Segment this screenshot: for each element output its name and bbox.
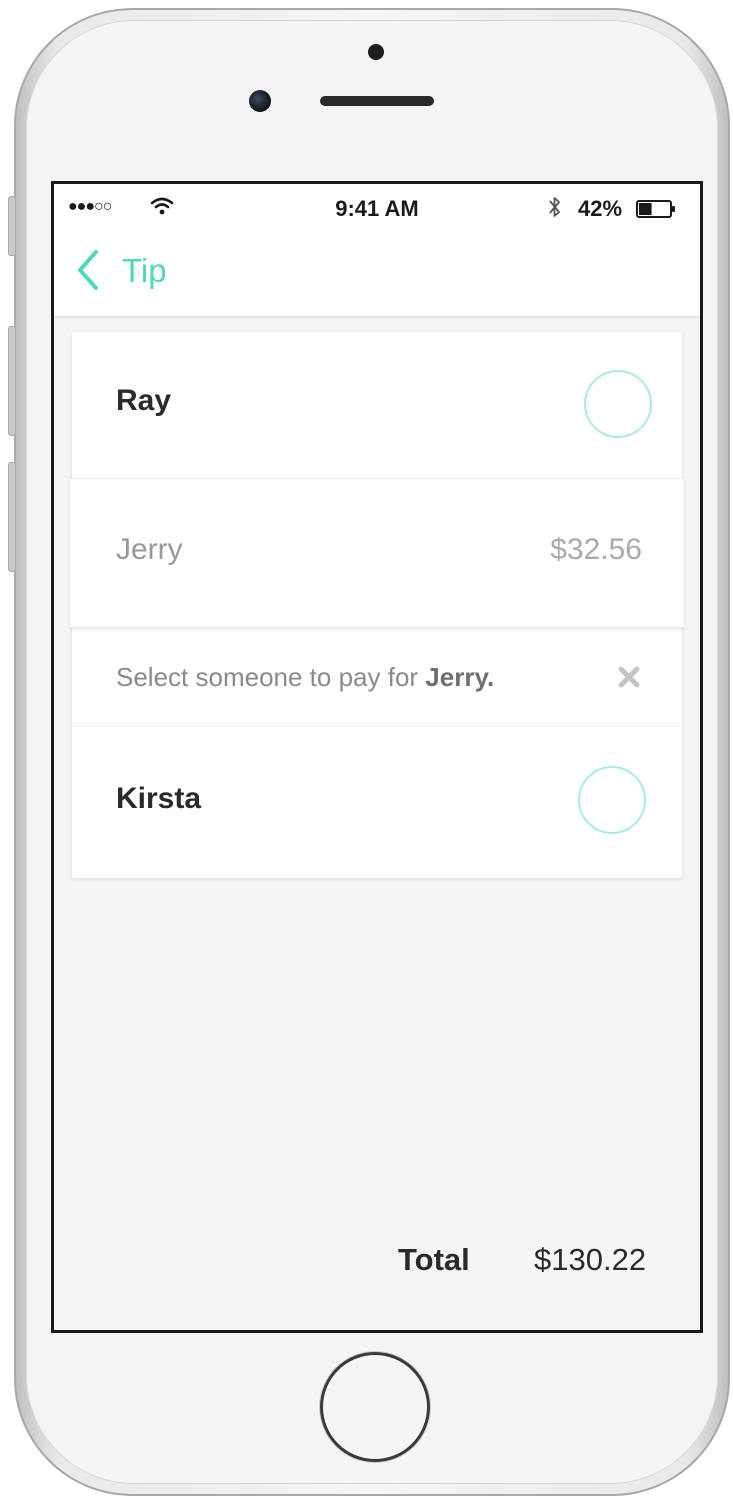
home-button[interactable]: [320, 1352, 430, 1462]
navigation-bar: Tip: [54, 234, 700, 318]
battery-percent: 42%: [578, 196, 623, 221]
prompt-person-name: Jerry: [425, 662, 487, 692]
prompt-text: Select someone to pay for Jerry.: [116, 662, 494, 693]
select-radio-ray[interactable]: [584, 370, 652, 438]
earpiece-speaker: [320, 96, 434, 106]
person-name: Jerry: [116, 533, 183, 566]
mute-switch: [8, 196, 16, 256]
person-name: Kirsta: [116, 782, 202, 815]
chevron-left-icon[interactable]: [74, 248, 102, 292]
battery-icon: [636, 200, 675, 218]
back-button-label[interactable]: Tip: [122, 252, 167, 290]
total-label: Total: [398, 1242, 470, 1277]
status-bar: ●●●○○ 9:41 AM 42%: [54, 184, 700, 234]
select-payer-prompt: Select someone to pay for Jerry.: [72, 630, 682, 727]
bluetooth-icon: [549, 197, 560, 217]
people-list: Ray Jerry $32.56 Select someone to pay f…: [70, 332, 684, 878]
front-camera: [249, 90, 271, 112]
person-amount: $32.56: [550, 533, 642, 566]
list-item-jerry[interactable]: Jerry $32.56: [70, 478, 684, 627]
close-icon[interactable]: [616, 664, 642, 690]
total-value: $130.22: [534, 1242, 647, 1277]
volume-down-button: [8, 462, 16, 572]
prompt-suffix: .: [486, 662, 495, 692]
list-item-kirsta[interactable]: Kirsta: [72, 726, 682, 878]
proximity-sensor: [368, 44, 384, 60]
select-radio-kirsta[interactable]: [578, 766, 646, 834]
volume-up-button: [8, 326, 16, 436]
person-name: Ray: [116, 384, 172, 417]
screen: ●●●○○ 9:41 AM 42% Tip Ray Jerry $32.56 S…: [54, 184, 700, 1330]
list-item-ray[interactable]: Ray: [72, 332, 682, 478]
prompt-prefix: Select someone to pay for: [116, 662, 426, 692]
